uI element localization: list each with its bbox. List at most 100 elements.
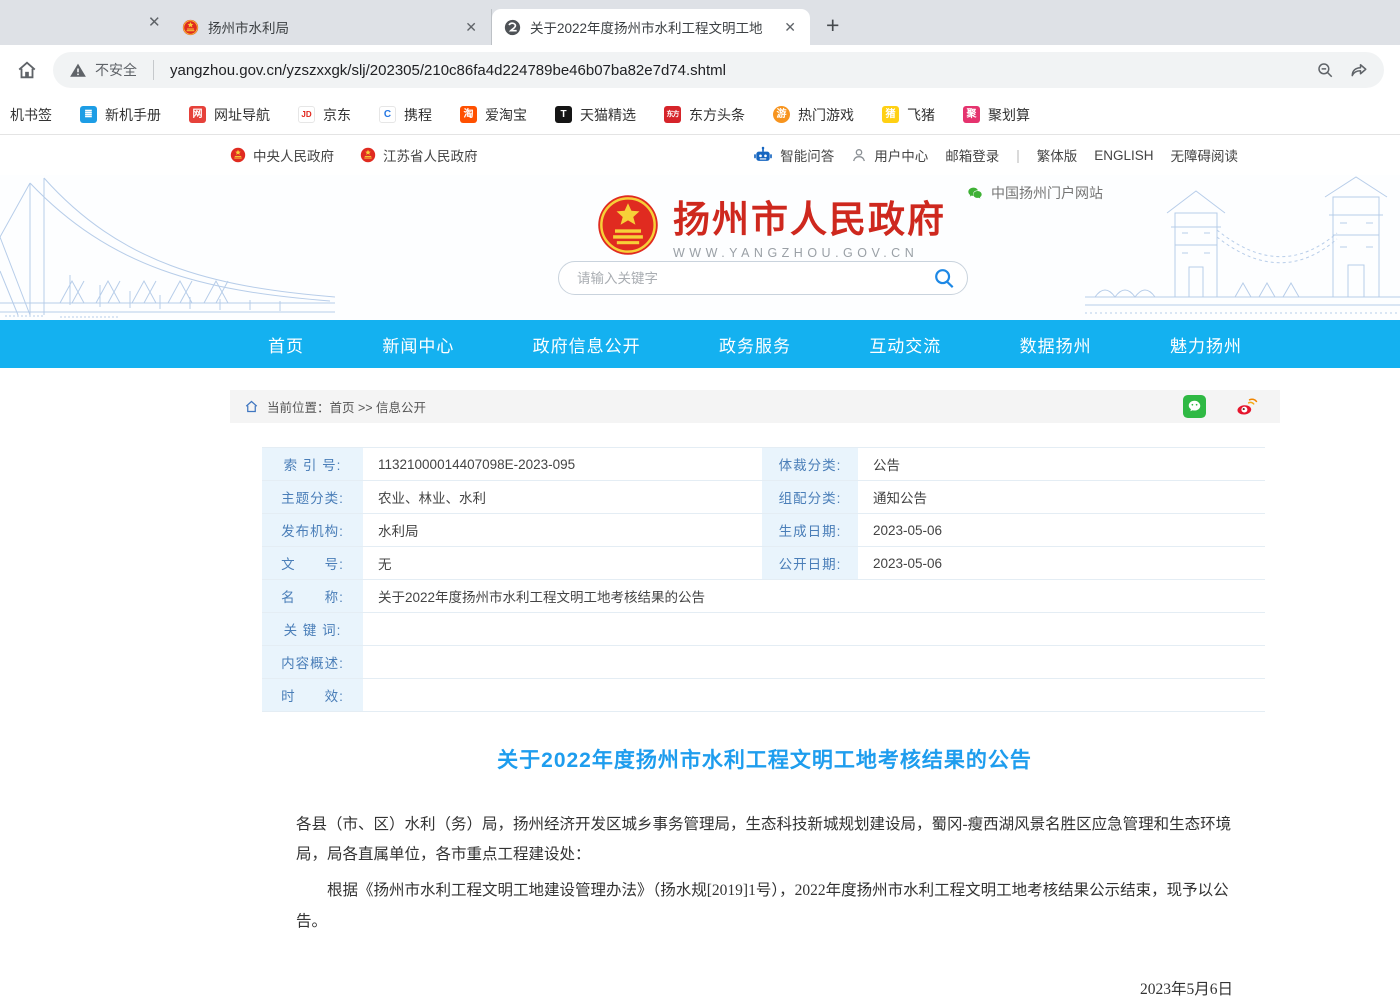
meta-value: 无 bbox=[365, 547, 760, 579]
traditional-chinese-link[interactable]: 繁体版 bbox=[1037, 145, 1078, 165]
site-banner: 扬州市人民政府 WWW.YANGZHOU.GOV.CN 中国扬州门户网站 bbox=[0, 175, 1400, 320]
nav-item-news[interactable]: 新闻中心 bbox=[382, 332, 454, 357]
tab-close-icon[interactable]: ✕ bbox=[782, 19, 798, 36]
bookmark-label: 机书签 bbox=[10, 105, 52, 125]
bookmark-favicon: ≣ bbox=[80, 106, 97, 123]
bookmark-favicon: 游 bbox=[773, 106, 790, 123]
urlbar-actions bbox=[1316, 61, 1368, 79]
gov-emblem-favicon bbox=[182, 19, 199, 36]
bookmark-item[interactable]: 淘 爱淘宝 bbox=[460, 105, 527, 125]
meta-label: 体裁分类: bbox=[760, 448, 860, 480]
tab-close-icon[interactable]: ✕ bbox=[148, 13, 161, 31]
wechat-icon bbox=[967, 185, 983, 201]
main-navigation: 首页 新闻中心 政府信息公开 政务服务 互动交流 数据扬州 魅力扬州 bbox=[0, 320, 1400, 368]
meta-value: 2023-05-06 bbox=[860, 514, 1265, 546]
address-bar[interactable]: 不安全 yangzhou.gov.cn/yzszxxgk/slj/202305/… bbox=[53, 52, 1384, 88]
user-center-link[interactable]: 用户中心 bbox=[851, 145, 928, 165]
search-input[interactable] bbox=[577, 271, 929, 286]
gov-emblem-icon bbox=[360, 147, 376, 163]
bookmark-item[interactable]: 东方 东方头条 bbox=[664, 105, 745, 125]
meta-value: 通知公告 bbox=[860, 481, 1265, 513]
home-icon bbox=[244, 399, 259, 414]
browser-window: ✕ 扬州市水利局 ✕ 关于2022年度扬州市水利工程文明工地 ✕ + 不安全 y… bbox=[0, 0, 1400, 997]
link-central-government[interactable]: 中央人民政府 bbox=[230, 145, 334, 165]
meta-row: 名 称: 关于2022年度扬州市水利工程文明工地考核结果的公告 bbox=[262, 580, 1265, 613]
bookmark-item[interactable]: 猪 飞猪 bbox=[882, 105, 935, 125]
article-title: 关于2022年度扬州市水利工程文明工地考核结果的公告 bbox=[296, 744, 1233, 774]
breadcrumb-text[interactable]: 当前位置：首页 >> 信息公开 bbox=[267, 397, 426, 416]
meta-label: 内容概述: bbox=[262, 646, 365, 678]
bookmarks-bar: 机书签 ≣ 新机手册 网 网址导航 JD 京东 C 携程 淘 爱淘宝 T 天猫精… bbox=[0, 95, 1400, 135]
meta-value: 水利局 bbox=[365, 514, 760, 546]
link-label: 用户中心 bbox=[874, 145, 928, 165]
bookmark-item[interactable]: T 天猫精选 bbox=[555, 105, 636, 125]
meta-value bbox=[365, 613, 1265, 645]
nav-item-home[interactable]: 首页 bbox=[268, 332, 304, 357]
bookmark-item[interactable]: JD 京东 bbox=[298, 105, 351, 125]
site-favicon bbox=[504, 19, 521, 36]
nav-item-services[interactable]: 政务服务 bbox=[719, 332, 791, 357]
bookmark-label: 爱淘宝 bbox=[485, 105, 527, 125]
meta-value bbox=[365, 679, 1265, 711]
bookmark-favicon: JD bbox=[298, 106, 315, 123]
search-button[interactable] bbox=[929, 263, 959, 293]
security-label[interactable]: 不安全 bbox=[95, 60, 137, 80]
nav-item-charm[interactable]: 魅力扬州 bbox=[1170, 332, 1242, 357]
mail-login-link[interactable]: 邮箱登录 bbox=[945, 145, 999, 165]
meta-label: 发布机构: bbox=[262, 514, 365, 546]
tab-shuiliju[interactable]: 扬州市水利局 ✕ bbox=[170, 9, 492, 45]
url-divider bbox=[153, 60, 154, 80]
meta-row: 主题分类: 农业、林业、水利 组配分类: 通知公告 bbox=[262, 481, 1265, 514]
bookmark-favicon: 网 bbox=[189, 106, 206, 123]
meta-row: 时 效: bbox=[262, 679, 1265, 712]
site-url-caption: WWW.YANGZHOU.GOV.CN bbox=[673, 246, 946, 260]
meta-label: 生成日期: bbox=[760, 514, 860, 546]
site-logo[interactable]: 扬州市人民政府 WWW.YANGZHOU.GOV.CN bbox=[597, 189, 946, 260]
bookmark-item[interactable]: 聚 聚划算 bbox=[963, 105, 1030, 125]
link-label: 中央人民政府 bbox=[253, 145, 334, 165]
url-text[interactable]: yangzhou.gov.cn/yzszxxgk/slj/202305/210c… bbox=[170, 62, 1308, 79]
wechat-share-icon[interactable] bbox=[1183, 395, 1206, 418]
meta-value: 公告 bbox=[860, 448, 1265, 480]
weibo-share-icon[interactable] bbox=[1235, 395, 1258, 418]
link-jiangsu-government[interactable]: 江苏省人民政府 bbox=[360, 145, 478, 165]
document-meta-table: 索 引 号: 11321000014407098E-2023-095 体裁分类:… bbox=[262, 447, 1265, 712]
nav-item-data[interactable]: 数据扬州 bbox=[1020, 332, 1092, 357]
english-link[interactable]: ENGLISH bbox=[1094, 148, 1153, 163]
tab-title: 扬州市水利局 bbox=[208, 17, 454, 37]
tab-close-icon[interactable]: ✕ bbox=[463, 19, 479, 36]
home-icon[interactable] bbox=[16, 59, 38, 81]
meta-row: 发布机构: 水利局 生成日期: 2023-05-06 bbox=[262, 514, 1265, 547]
tab-announcement-active[interactable]: 关于2022年度扬州市水利工程文明工地 ✕ bbox=[492, 9, 810, 45]
share-icon[interactable] bbox=[1350, 61, 1368, 79]
link-label: 智能问答 bbox=[780, 145, 834, 165]
bookmark-item[interactable]: 机书签 bbox=[10, 105, 52, 125]
bookmark-item[interactable]: C 携程 bbox=[379, 105, 432, 125]
meta-value: 农业、林业、水利 bbox=[365, 481, 760, 513]
bridge-artwork-left bbox=[0, 175, 335, 320]
bookmark-item[interactable]: 游 热门游戏 bbox=[773, 105, 854, 125]
meta-value: 11321000014407098E-2023-095 bbox=[365, 448, 760, 480]
smart-qa-link[interactable]: 智能问答 bbox=[753, 145, 834, 165]
accessibility-link[interactable]: 无障碍阅读 bbox=[1171, 145, 1239, 165]
browser-toolbar: 不安全 yangzhou.gov.cn/yzszxxgk/slj/202305/… bbox=[0, 45, 1400, 95]
search-icon bbox=[933, 267, 955, 289]
zoom-out-icon[interactable] bbox=[1316, 61, 1334, 79]
nav-item-interaction[interactable]: 互动交流 bbox=[869, 332, 941, 357]
meta-row: 文 号: 无 公开日期: 2023-05-06 bbox=[262, 547, 1265, 580]
article: 关于2022年度扬州市水利工程文明工地考核结果的公告 各县（市、区）水利（务）局… bbox=[230, 744, 1280, 997]
nav-item-info-disclosure[interactable]: 政府信息公开 bbox=[533, 332, 641, 357]
page-content: 当前位置：首页 >> 信息公开 索 引 号: 11321000014407098… bbox=[230, 390, 1280, 997]
tab-title: 关于2022年度扬州市水利工程文明工地 bbox=[530, 17, 773, 37]
bookmark-item[interactable]: 网 网址导航 bbox=[189, 105, 270, 125]
bookmark-favicon: 聚 bbox=[963, 106, 980, 123]
new-tab-button[interactable]: + bbox=[826, 11, 839, 39]
bookmark-label: 天猫精选 bbox=[580, 105, 636, 125]
meta-row: 关 键 词: bbox=[262, 613, 1265, 646]
meta-value: 2023-05-06 bbox=[860, 547, 1265, 579]
site-search bbox=[558, 261, 968, 295]
not-secure-warning-icon[interactable] bbox=[69, 61, 87, 79]
portal-link[interactable]: 中国扬州门户网站 bbox=[967, 183, 1103, 203]
bookmark-item[interactable]: ≣ 新机手册 bbox=[80, 105, 161, 125]
bookmark-favicon: C bbox=[379, 106, 396, 123]
